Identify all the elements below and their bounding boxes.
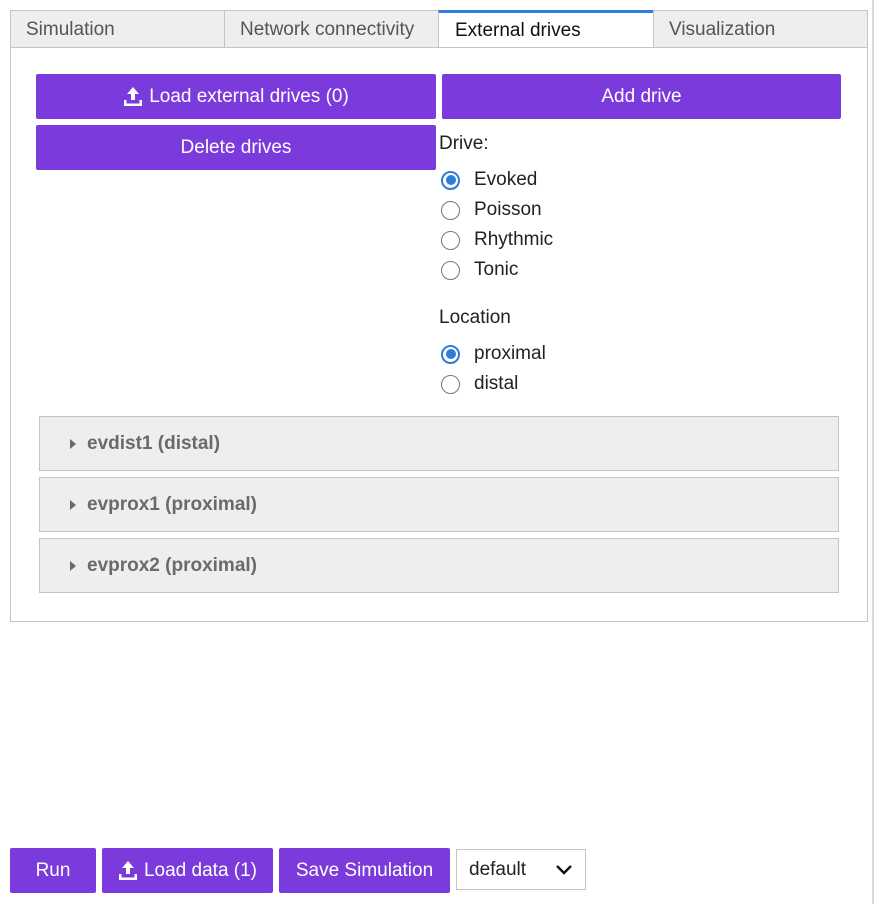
tab-external-drives[interactable]: External drives bbox=[438, 10, 654, 48]
radio-poisson[interactable]: Poisson bbox=[441, 199, 542, 221]
radio-proximal-label: proximal bbox=[474, 343, 546, 364]
radio-distal-circle[interactable] bbox=[441, 374, 460, 394]
radio-proximal-circle[interactable] bbox=[441, 344, 460, 364]
add-drive-label: Add drive bbox=[601, 85, 682, 107]
simulation-select-value: default bbox=[469, 858, 527, 880]
radio-tonic-label: Tonic bbox=[474, 259, 519, 280]
radio-tonic[interactable]: Tonic bbox=[441, 259, 518, 281]
tab-simulation[interactable]: Simulation bbox=[10, 10, 225, 48]
load-data-label: Load data (1) bbox=[143, 859, 258, 881]
radio-distal[interactable]: distal bbox=[441, 373, 518, 395]
tab-visualization[interactable]: Visualization bbox=[653, 10, 868, 48]
radio-distal-label: distal bbox=[474, 373, 519, 394]
radio-tonic-circle[interactable] bbox=[441, 260, 460, 280]
radio-evoked-circle[interactable] bbox=[441, 170, 460, 190]
delete-drives-label: Delete drives bbox=[180, 136, 292, 158]
load-external-drives-label: Load external drives (0) bbox=[149, 85, 349, 107]
drive-accordion-evprox2[interactable]: evprox2 (proximal) bbox=[39, 538, 839, 593]
save-simulation-button[interactable]: Save Simulation bbox=[279, 848, 450, 893]
location-label: Location bbox=[439, 307, 511, 328]
drive-accordion-label: evdist1 (distal) bbox=[87, 432, 221, 454]
chevron-down-icon bbox=[556, 865, 572, 875]
radio-evoked-label: Evoked bbox=[474, 169, 538, 190]
run-button[interactable]: Run bbox=[10, 848, 96, 893]
radio-poisson-label: Poisson bbox=[474, 199, 542, 220]
drive-accordion-evprox1[interactable]: evprox1 (proximal) bbox=[39, 477, 839, 532]
radio-rhythmic-circle[interactable] bbox=[441, 230, 460, 250]
radio-poisson-circle[interactable] bbox=[441, 200, 460, 220]
drive-accordion-label: evprox2 (proximal) bbox=[87, 554, 257, 576]
radio-rhythmic[interactable]: Rhythmic bbox=[441, 229, 553, 251]
caret-right-icon bbox=[70, 560, 76, 571]
radio-rhythmic-label: Rhythmic bbox=[474, 229, 554, 250]
upload-icon bbox=[118, 860, 137, 880]
load-external-drives-button[interactable]: Load external drives (0) bbox=[36, 74, 436, 119]
delete-drives-button[interactable]: Delete drives bbox=[36, 125, 436, 170]
save-simulation-label: Save Simulation bbox=[295, 859, 434, 881]
radio-evoked[interactable]: Evoked bbox=[441, 169, 537, 191]
caret-right-icon bbox=[70, 438, 76, 449]
drive-type-label: Drive: bbox=[439, 133, 489, 154]
upload-icon bbox=[124, 86, 143, 106]
simulation-select[interactable]: default bbox=[456, 849, 586, 890]
add-drive-button[interactable]: Add drive bbox=[442, 74, 841, 119]
run-label: Run bbox=[35, 859, 71, 881]
radio-proximal[interactable]: proximal bbox=[441, 343, 546, 365]
drive-accordion-evdist1[interactable]: evdist1 (distal) bbox=[39, 416, 839, 471]
drive-accordion-label: evprox1 (proximal) bbox=[87, 493, 257, 515]
load-data-button[interactable]: Load data (1) bbox=[102, 848, 273, 893]
tab-network-connectivity[interactable]: Network connectivity bbox=[224, 10, 439, 48]
caret-right-icon bbox=[70, 499, 76, 510]
external-drives-panel: Load external drives (0) Add drive Delet… bbox=[10, 47, 868, 622]
tab-bar: Simulation Network connectivity External… bbox=[10, 10, 868, 48]
